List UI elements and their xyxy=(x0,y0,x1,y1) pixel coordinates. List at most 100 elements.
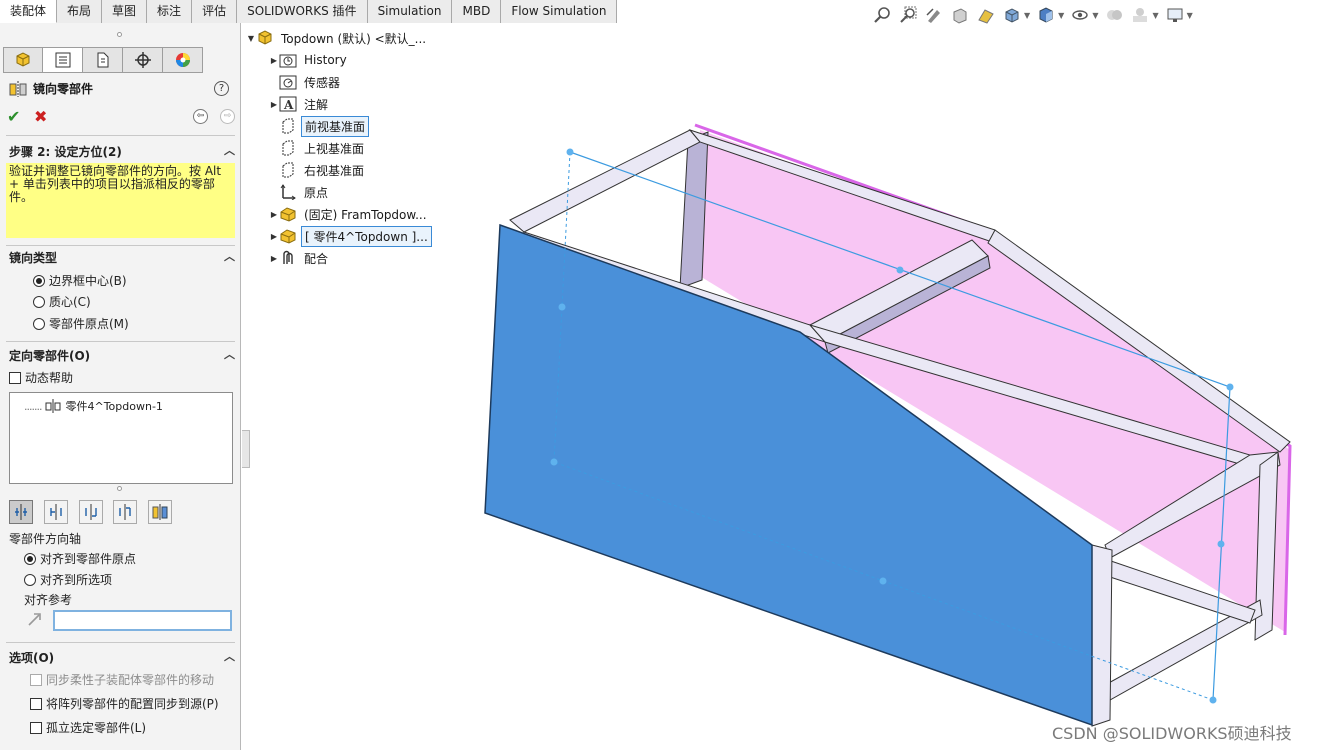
edit-appearance-icon[interactable] xyxy=(1104,5,1124,25)
tree-item-front-plane[interactable]: 前视基准面 xyxy=(279,115,370,137)
tab-sketch[interactable]: 草图 xyxy=(102,0,148,23)
tree-item-fixed-frame[interactable]: ▶ (固定) FramTopdow... xyxy=(269,204,430,224)
tab-mbd[interactable]: MBD xyxy=(452,0,502,23)
options-header[interactable]: 选项(O) ︿ xyxy=(9,649,235,667)
tab-flow-simulation[interactable]: Flow Simulation xyxy=(501,0,618,23)
tree-item-right-plane[interactable]: 右视基准面 xyxy=(279,160,367,180)
orient-flip-y-button[interactable] xyxy=(79,500,103,524)
components-listbox[interactable]: ....... 零件4^Topdown-1 xyxy=(9,392,233,484)
step-section-header[interactable]: 步骤 2: 设定方位(2) ︿ xyxy=(9,143,235,161)
previous-view-icon[interactable] xyxy=(924,5,944,25)
expand-icon[interactable]: ▶ xyxy=(269,210,279,219)
list-item[interactable]: ....... 零件4^Topdown-1 xyxy=(24,398,163,414)
chevron-up-icon[interactable]: ︿ xyxy=(224,142,235,158)
tab-addins[interactable]: SOLIDWORKS 插件 xyxy=(237,0,368,23)
radio-center-of-mass[interactable]: 质心(C) xyxy=(33,293,91,310)
mirror-type-header[interactable]: 镜向类型 ︿ xyxy=(9,249,235,267)
radio-bounding-box-center[interactable]: 边界框中心(B) xyxy=(33,272,127,289)
dimxpert-manager-tab[interactable] xyxy=(123,47,163,73)
create-opposite-hand-button[interactable] xyxy=(148,500,172,524)
display-style-icon[interactable] xyxy=(1036,5,1056,25)
help-button[interactable]: ? xyxy=(214,81,229,96)
radio-button[interactable] xyxy=(33,274,45,287)
back-button[interactable]: ⇦ xyxy=(193,109,208,124)
tab-layout[interactable]: 布局 xyxy=(57,0,103,23)
isolate-components-checkbox[interactable]: 孤立选定零部件(L) xyxy=(30,719,146,736)
ok-button[interactable]: ✔ xyxy=(7,107,20,126)
radio-button[interactable] xyxy=(33,317,45,330)
sync-flexible-checkbox[interactable]: 同步柔性子装配体零部件的移动 xyxy=(30,671,214,688)
radio-component-origin[interactable]: 零部件原点(M) xyxy=(33,315,129,332)
preview-handle[interactable] xyxy=(558,303,566,311)
view-settings-icon[interactable] xyxy=(1165,5,1185,25)
panel-collapse-handle[interactable] xyxy=(242,430,250,468)
cancel-button[interactable]: ✖ xyxy=(34,107,47,126)
radio-button[interactable] xyxy=(24,573,36,586)
hide-show-icon[interactable] xyxy=(1070,5,1090,25)
preview-handle[interactable] xyxy=(896,266,904,274)
section-view-icon[interactable] xyxy=(950,5,970,25)
dynamic-annotation-icon[interactable] xyxy=(976,5,996,25)
apply-scene-icon[interactable] xyxy=(1130,5,1150,25)
radio-align-to-selection[interactable]: 对齐到所选项 xyxy=(24,571,112,588)
graphics-area[interactable] xyxy=(480,120,1310,740)
tree-item-sensors[interactable]: 传感器 xyxy=(279,72,343,92)
next-button[interactable]: ⇨ xyxy=(220,109,235,124)
chevron-up-icon[interactable]: ︿ xyxy=(224,346,235,362)
orient-components-header[interactable]: 定向零部件(O) ︿ xyxy=(9,347,235,365)
tree-item-top-plane[interactable]: 上视基准面 xyxy=(279,138,367,158)
dynamic-help-checkbox[interactable]: 动态帮助 xyxy=(9,369,73,386)
preview-handle[interactable] xyxy=(1217,540,1225,548)
checkbox[interactable] xyxy=(30,721,42,734)
tree-root[interactable]: ▼ Topdown (默认) <默认_... xyxy=(246,28,429,48)
checkbox[interactable] xyxy=(30,673,42,686)
feature-manager-tab[interactable] xyxy=(3,47,43,73)
radio-button[interactable] xyxy=(24,552,36,565)
tree-item-part4[interactable]: ▶ [ 零件4^Topdown ]... xyxy=(269,225,432,247)
chevron-up-icon[interactable]: ︿ xyxy=(224,248,235,264)
configuration-manager-tab[interactable] xyxy=(83,47,123,73)
frame-front-upright[interactable] xyxy=(1091,544,1113,727)
panel-grip[interactable] xyxy=(117,32,122,37)
tab-assembly[interactable]: 装配体 xyxy=(0,0,58,23)
collapse-icon[interactable]: ▼ xyxy=(246,34,256,43)
checkbox[interactable] xyxy=(9,371,21,384)
tab-simulation[interactable]: Simulation xyxy=(367,0,453,23)
align-reference-field[interactable] xyxy=(53,610,232,631)
sync-pattern-config-checkbox[interactable]: 将阵列零部件的配置同步到源(P) xyxy=(30,695,219,712)
expand-icon[interactable]: ▶ xyxy=(269,232,279,241)
chevron-down-icon[interactable]: ▼ xyxy=(1187,11,1193,20)
tab-markup[interactable]: 标注 xyxy=(147,0,193,23)
view-orientation-icon[interactable] xyxy=(1002,5,1022,25)
checkbox[interactable] xyxy=(30,697,42,710)
expand-icon[interactable]: ▶ xyxy=(269,254,279,263)
frame-top-rail[interactable] xyxy=(509,129,701,233)
chevron-down-icon[interactable]: ▼ xyxy=(1152,11,1158,20)
radio-button[interactable] xyxy=(33,295,45,308)
tab-evaluate[interactable]: 评估 xyxy=(192,0,238,23)
chevron-down-icon[interactable]: ▼ xyxy=(1092,11,1098,20)
expand-icon[interactable]: ▶ xyxy=(269,100,279,109)
tree-item-annotations[interactable]: ▶ A 注解 xyxy=(269,94,331,114)
expand-icon[interactable]: ▶ xyxy=(269,56,279,65)
tree-item-mates[interactable]: ▶ 配合 xyxy=(269,248,331,268)
preview-handle[interactable] xyxy=(1209,696,1217,704)
preview-handle[interactable] xyxy=(550,458,558,466)
orient-flip-x-button[interactable] xyxy=(44,500,68,524)
radio-align-to-origin[interactable]: 对齐到零部件原点 xyxy=(24,550,136,567)
orient-flip-z-button[interactable] xyxy=(113,500,137,524)
chevron-up-icon[interactable]: ︿ xyxy=(224,648,235,664)
chevron-down-icon[interactable]: ▼ xyxy=(1058,11,1064,20)
chevron-down-icon[interactable]: ▼ xyxy=(1024,11,1030,20)
zoom-to-fit-icon[interactable] xyxy=(872,5,892,25)
orient-flip-none-button[interactable] xyxy=(9,500,33,524)
listbox-resize-grip[interactable] xyxy=(117,486,122,491)
tree-item-history[interactable]: ▶ History xyxy=(269,50,350,70)
tree-item-origin[interactable]: 原点 xyxy=(279,182,331,202)
display-manager-tab[interactable] xyxy=(163,47,203,73)
preview-handle[interactable] xyxy=(1226,383,1234,391)
preview-handle[interactable] xyxy=(566,148,574,156)
zoom-to-area-icon[interactable] xyxy=(898,5,918,25)
preview-handle[interactable] xyxy=(879,577,887,585)
property-manager-tab[interactable] xyxy=(43,47,83,73)
